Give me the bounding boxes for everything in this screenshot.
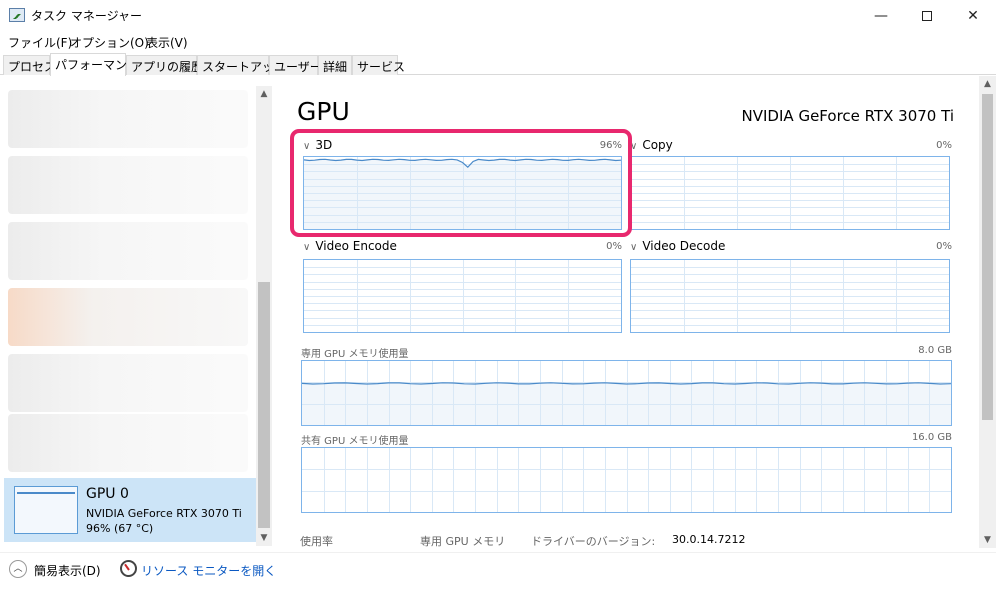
graph-canvas	[631, 157, 949, 229]
engine-video-encode-graph	[303, 259, 622, 333]
menu-options[interactable]: オプション(O)	[70, 34, 149, 51]
minimize-icon: —	[874, 7, 888, 24]
menu-bar: ファイル(F) オプション(O) 表示(V)	[0, 31, 996, 51]
fewer-details-button[interactable]: 簡易表示(D)	[34, 562, 101, 579]
resource-item-blurred[interactable]	[8, 222, 248, 280]
stat-utilization-label: 使用率	[300, 535, 333, 548]
engine-video-decode-label[interactable]: ∨ Video Decode	[630, 239, 725, 253]
tab-performance[interactable]: パフォーマンス	[50, 53, 139, 76]
dedicated-memory-graph	[301, 360, 952, 426]
scrollbar-thumb[interactable]	[982, 94, 993, 420]
menu-view[interactable]: 表示(V)	[146, 34, 188, 51]
resource-item-blurred[interactable]	[8, 90, 248, 148]
engine-copy-percent: 0%	[936, 140, 952, 151]
usage-area	[302, 382, 951, 425]
scrollbar-thumb[interactable]	[258, 282, 270, 528]
scroll-down-icon[interactable]: ▼	[256, 530, 272, 546]
tab-services[interactable]: サービス	[352, 55, 405, 75]
graph-canvas	[304, 260, 621, 332]
highlight-annotation	[290, 129, 632, 237]
open-resource-monitor-link[interactable]: リソース モニターを開く	[141, 562, 276, 579]
resource-item-subtitle: NVIDIA GeForce RTX 3070 Ti	[86, 507, 242, 520]
tab-startup[interactable]: スタートアップ	[197, 55, 286, 75]
tab-users[interactable]: ユーザー	[269, 55, 322, 75]
gpu-thumbnail-graph	[14, 486, 78, 534]
scroll-down-icon[interactable]: ▼	[979, 532, 996, 548]
window-title: タスク マネージャー	[31, 9, 142, 23]
shared-memory-label: 共有 GPU メモリ使用量	[301, 436, 409, 447]
stat-driver-version-value: 30.0.14.7212	[672, 533, 746, 546]
page-title: GPU	[297, 97, 350, 126]
task-manager-icon	[9, 8, 25, 22]
resource-item-title: GPU 0	[86, 486, 129, 502]
resource-item-blurred[interactable]	[8, 354, 248, 412]
scroll-up-icon[interactable]: ▲	[256, 86, 272, 102]
resource-item-gpu0[interactable]: GPU 0 NVIDIA GeForce RTX 3070 Ti 96% (67…	[4, 478, 256, 542]
resource-item-blurred[interactable]	[8, 288, 248, 346]
engine-copy-label[interactable]: ∨ Copy	[630, 138, 673, 152]
resource-list: GPU 0 NVIDIA GeForce RTX 3070 Ti 96% (67…	[0, 76, 256, 548]
title-bar: タスク マネージャー — ✕	[0, 0, 996, 31]
maximize-button[interactable]	[904, 0, 950, 31]
tab-app-history[interactable]: アプリの履歴	[126, 55, 203, 75]
tab-details[interactable]: 詳細	[318, 55, 352, 75]
engine-video-encode-percent: 0%	[606, 241, 622, 252]
shared-memory-max: 16.0 GB	[911, 432, 952, 443]
resource-item-blurred[interactable]	[8, 156, 248, 214]
resource-list-scrollbar[interactable]: ▲ ▼	[256, 86, 272, 546]
close-icon: ✕	[967, 7, 979, 24]
minimize-button[interactable]: —	[858, 0, 904, 31]
engine-video-decode-percent: 0%	[936, 241, 952, 252]
chevron-down-icon: ∨	[303, 242, 311, 253]
graph-canvas	[302, 361, 951, 425]
shared-memory-graph	[301, 447, 952, 513]
chevron-down-icon: ∨	[630, 242, 638, 253]
resource-item-stats: 96% (67 °C)	[86, 522, 154, 535]
menu-file[interactable]: ファイル(F)	[8, 34, 72, 51]
dedicated-memory-max: 8.0 GB	[918, 345, 952, 356]
stat-dedicated-memory-label: 専用 GPU メモリ	[420, 535, 506, 548]
graph-canvas	[631, 260, 949, 332]
footer-bar: ︿ 簡易表示(D) リソース モニターを開く	[0, 552, 996, 593]
stat-driver-version-label: ドライバーのバージョン:	[531, 535, 656, 548]
tab-bar: プロセス パフォーマンス アプリの履歴 スタートアップ ユーザー 詳細 サービス	[0, 53, 996, 76]
engine-video-decode-graph	[630, 259, 950, 333]
maximize-icon	[922, 10, 932, 21]
chevron-up-icon[interactable]: ︿	[9, 560, 27, 578]
dedicated-memory-label: 専用 GPU メモリ使用量	[301, 349, 409, 360]
graph-canvas	[302, 448, 951, 512]
tab-processes[interactable]: プロセス	[3, 55, 56, 75]
resource-item-blurred[interactable]	[8, 414, 248, 472]
engine-video-encode-label[interactable]: ∨ Video Encode	[303, 239, 397, 253]
close-button[interactable]: ✕	[950, 0, 996, 31]
resource-monitor-icon[interactable]	[120, 560, 137, 577]
scroll-up-icon[interactable]: ▲	[979, 76, 996, 92]
main-scrollbar[interactable]: ▲ ▼	[979, 76, 996, 548]
engine-copy-graph	[630, 156, 950, 230]
gpu-model-name: NVIDIA GeForce RTX 3070 Ti	[741, 107, 954, 125]
